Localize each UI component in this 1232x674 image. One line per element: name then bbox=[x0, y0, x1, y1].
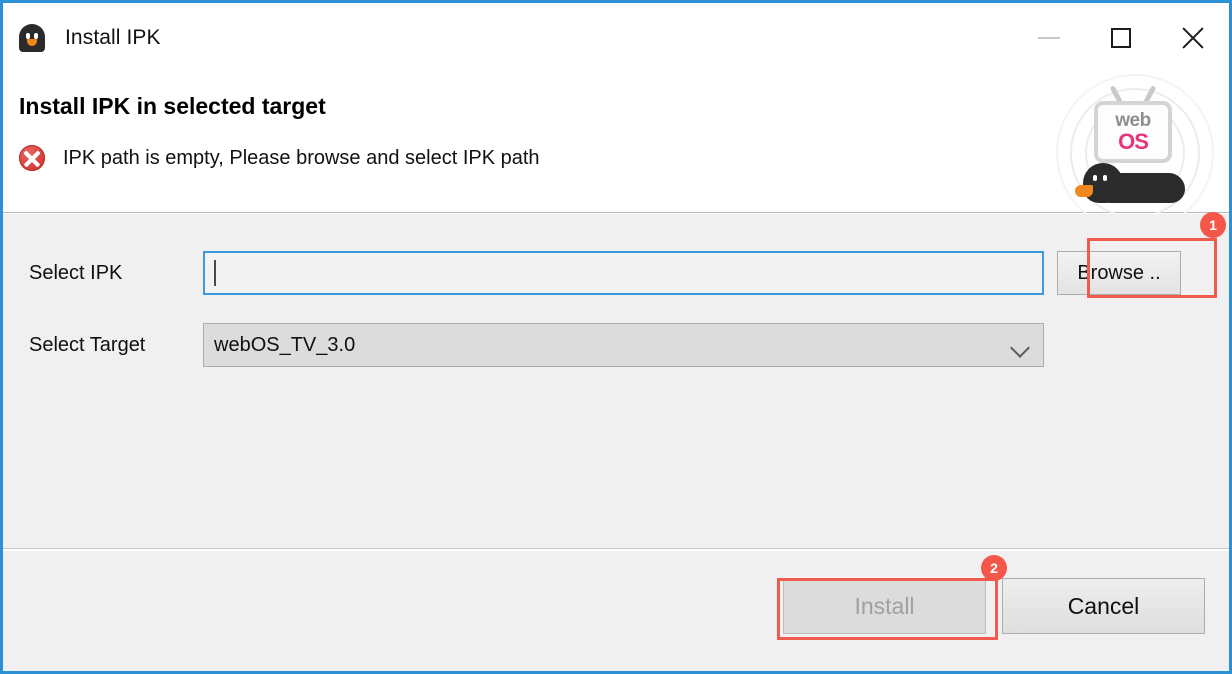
select-ipk-label: Select IPK bbox=[29, 261, 123, 284]
webos-tv-logo: web OS bbox=[1056, 73, 1214, 232]
logo-text-web: web bbox=[1115, 110, 1151, 131]
select-ipk-row: Select IPK Browse .. bbox=[3, 250, 1229, 296]
target-select-value: webOS_TV_3.0 bbox=[214, 333, 356, 356]
page-title: Install IPK in selected target bbox=[19, 93, 326, 119]
dialog-body: Select IPK Browse .. Select Target webOS… bbox=[3, 213, 1229, 548]
browse-button[interactable]: Browse .. bbox=[1057, 251, 1181, 295]
annotation-badge-1: 1 bbox=[1200, 212, 1226, 238]
cancel-button[interactable]: Cancel bbox=[1002, 578, 1205, 634]
dialog-footer: Install Cancel bbox=[3, 551, 1229, 671]
text-caret bbox=[214, 260, 216, 286]
maximize-icon bbox=[1111, 28, 1131, 48]
dialog-header: Install IPK in selected target IPK path … bbox=[3, 73, 1229, 232]
error-icon bbox=[19, 145, 45, 171]
select-target-row: Select Target webOS_TV_3.0 bbox=[3, 322, 1229, 368]
status-message: IPK path is empty, Please browse and sel… bbox=[63, 146, 540, 169]
close-button[interactable] bbox=[1157, 3, 1229, 73]
close-icon bbox=[1180, 25, 1206, 51]
window-title: Install IPK bbox=[65, 26, 161, 49]
logo-text-os: OS bbox=[1118, 129, 1149, 154]
minimize-button[interactable] bbox=[1013, 3, 1085, 73]
title-bar: Install IPK bbox=[3, 3, 1229, 73]
chevron-down-icon bbox=[1010, 338, 1030, 358]
window-controls bbox=[1013, 3, 1229, 73]
install-ipk-dialog: Install IPK Install IPK in selected targ… bbox=[0, 0, 1232, 674]
maximize-button[interactable] bbox=[1085, 3, 1157, 73]
select-target-label: Select Target bbox=[29, 333, 146, 356]
bean-bird-icon bbox=[17, 23, 47, 53]
ipk-path-input[interactable] bbox=[203, 251, 1044, 295]
install-button[interactable]: Install bbox=[783, 578, 986, 634]
status-message-row: IPK path is empty, Please browse and sel… bbox=[19, 145, 540, 171]
bean-bird-logo-icon bbox=[1069, 163, 1189, 203]
annotation-badge-2: 2 bbox=[981, 555, 1007, 581]
minimize-icon bbox=[1038, 37, 1060, 39]
title-bar-left: Install IPK bbox=[3, 23, 161, 53]
tv-screen-icon: web OS bbox=[1094, 101, 1172, 163]
target-select[interactable]: webOS_TV_3.0 bbox=[203, 323, 1044, 367]
